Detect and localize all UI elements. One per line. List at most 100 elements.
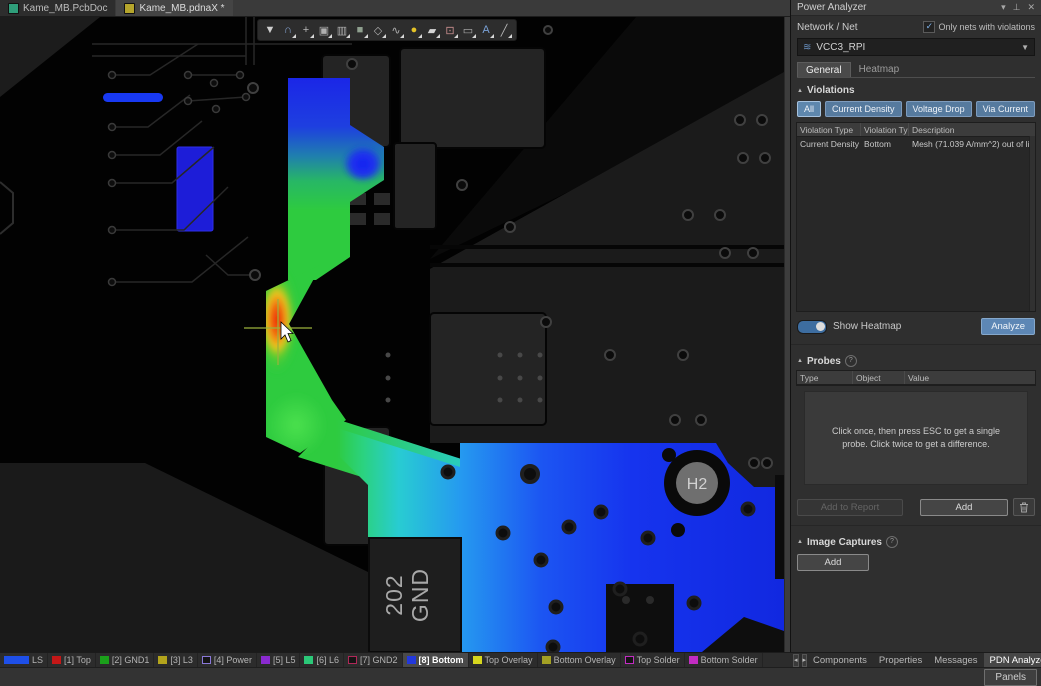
violation-filter-buttons: All Current Density Voltage Drop Via Cur… — [797, 101, 1035, 117]
fill-region-icon[interactable]: ■ — [351, 22, 369, 39]
mounting-hole: H2 — [676, 462, 718, 504]
chevron-down-icon: ▼ — [1021, 43, 1029, 52]
panel-menu-icon[interactable]: ▾ — [1001, 2, 1006, 13]
selection-rect-icon[interactable]: ▣ — [315, 22, 333, 39]
panel-title-bar: Power Analyzer ▾ ⊥ ✕ — [791, 0, 1041, 16]
layer-color-swatch — [625, 656, 634, 664]
collapse-triangle-icon: ▲ — [797, 358, 803, 364]
probes-button-row: Add to Report Add — [797, 498, 1035, 516]
show-heatmap-toggle[interactable] — [797, 320, 827, 334]
canvas-toolbar: ▼ ∩ + ▣ — [257, 19, 517, 41]
layer-tab[interactable]: [4] Power — [198, 653, 257, 667]
violation-filter-button[interactable]: Via Current — [976, 101, 1035, 117]
close-icon[interactable]: ✕ — [1027, 2, 1035, 13]
panel-tab[interactable]: General — [797, 62, 851, 77]
workspace-panel-tab[interactable]: Properties — [873, 653, 928, 668]
layer-tab-bar: LS [1] Top [2] GND1 [3] L3 — [0, 653, 790, 667]
polygon-draw-icon[interactable]: ◇ — [369, 22, 387, 39]
layer-tab[interactable]: [5] L5 — [257, 653, 301, 667]
scroll-left-icon[interactable]: ◂ — [793, 654, 799, 667]
panels-button[interactable]: Panels — [984, 669, 1037, 686]
violation-filter-button[interactable]: Current Density — [825, 101, 902, 117]
trash-icon — [1019, 502, 1029, 513]
canvas-scrollbar[interactable] — [784, 17, 790, 652]
violations-table-header: Violation Type Violation Type Descriptio… — [797, 123, 1035, 137]
document-tab-label: Kame_MB.pdnaX * — [139, 3, 224, 14]
layer-color-swatch — [407, 656, 416, 664]
workspace-panel-tab[interactable]: Messages — [928, 653, 983, 668]
snap-magnet-icon[interactable]: ∩ — [279, 22, 297, 39]
text-string-icon[interactable]: A — [477, 22, 495, 39]
layer-tab[interactable]: [7] GND2 — [344, 653, 403, 667]
workspace-panel-tab[interactable]: PDN Analyzer — [984, 653, 1041, 668]
show-heatmap-label: Show Heatmap — [833, 321, 901, 332]
layer-color-swatch — [689, 656, 698, 664]
region-shape-icon[interactable]: ▰ — [423, 22, 441, 39]
wave-measure-icon[interactable]: ∿ — [387, 22, 405, 39]
layer-tab[interactable]: Top Solder — [621, 653, 685, 667]
panel-title: Power Analyzer — [797, 2, 994, 13]
layer-color-swatch — [158, 656, 167, 664]
probes-table-header: Type Object Value — [797, 371, 1035, 385]
layer-tab[interactable]: [3] L3 — [154, 653, 198, 667]
image-captures-section-header[interactable]: ▲ Image Captures ? — [791, 529, 1041, 551]
layer-color-swatch — [261, 656, 270, 664]
violation-row[interactable]: Current Density Bottom Mesh (71.039 A/mm… — [797, 137, 1035, 150]
heatmap-control-row: Show Heatmap Analyze — [797, 318, 1035, 335]
column-view-icon[interactable]: ▥ — [333, 22, 351, 39]
violations-section-header[interactable]: ▲ Violations — [791, 78, 1041, 99]
section-divider — [791, 344, 1041, 345]
layer-tab[interactable]: [8] Bottom — [403, 653, 469, 667]
violation-filter-button[interactable]: Voltage Drop — [906, 101, 972, 117]
layer-color-swatch — [202, 656, 211, 664]
delete-probe-button[interactable] — [1013, 498, 1035, 516]
add-to-report-button[interactable]: Add to Report — [797, 499, 903, 516]
layer-tab[interactable]: LS — [0, 653, 48, 667]
analyze-button[interactable]: Analyze — [981, 318, 1035, 335]
net-select[interactable]: ≋ VCC3_RPI ▼ — [797, 38, 1035, 56]
layer-tab[interactable]: Bottom Solder — [685, 653, 763, 667]
silkscreen-label: 202 GND — [381, 568, 433, 622]
document-icon — [124, 3, 135, 14]
line-draw-icon[interactable]: ╱ — [495, 22, 513, 39]
layer-tab[interactable]: [1] Top — [48, 653, 96, 667]
power-analyzer-panel: Power Analyzer ▾ ⊥ ✕ Network / Net ✓ Onl… — [790, 0, 1041, 652]
pin-icon[interactable]: ⊥ — [1013, 2, 1021, 13]
help-icon[interactable]: ? — [886, 536, 898, 548]
filter-icon[interactable]: ▼ — [261, 22, 279, 39]
help-icon[interactable]: ? — [845, 355, 857, 367]
only-violations-checkbox[interactable]: ✓ — [923, 21, 935, 33]
move-crosshair-icon[interactable]: + — [297, 22, 315, 39]
collapse-triangle-icon: ▲ — [797, 539, 803, 545]
probes-table[interactable]: Type Object Value — [796, 370, 1036, 386]
layer-color-swatch — [473, 656, 482, 664]
panel-tab[interactable]: Heatmap — [851, 62, 908, 77]
add-probe-button[interactable]: Add — [920, 499, 1008, 516]
violation-filter-button[interactable]: All — [797, 101, 821, 117]
add-capture-button[interactable]: Add — [797, 554, 869, 571]
panel-tab-strip: General Heatmap — [797, 62, 1035, 78]
workspace-panel-tab[interactable]: Components — [807, 653, 873, 668]
net-icon: ≋ — [803, 42, 811, 53]
layer-tab[interactable]: [2] GND1 — [96, 653, 155, 667]
export-view-icon[interactable]: ⊡ — [441, 22, 459, 39]
highlight-pin-icon[interactable]: ● — [405, 22, 423, 39]
probes-section-header[interactable]: ▲ Probes ? — [791, 348, 1041, 370]
document-tab[interactable]: Kame_MB.PcbDoc — [0, 0, 115, 16]
pcb-canvas[interactable]: H2 202 G — [0, 17, 784, 652]
layer-color-swatch — [348, 656, 357, 664]
ruler-icon[interactable]: ▭ — [459, 22, 477, 39]
document-tab[interactable]: Kame_MB.pdnaX * — [116, 0, 232, 16]
layer-color-swatch — [100, 656, 109, 664]
pcb-canvas-area[interactable]: H2 202 G — [0, 17, 790, 652]
svg-text:GND: GND — [407, 568, 433, 622]
app-window: Kame_MB.PcbDoc Kame_MB.pdnaX * — [0, 0, 1041, 686]
probe-hint-box: Click once, then press ESC to get a sing… — [804, 391, 1028, 485]
layer-tab[interactable]: Top Overlay — [469, 653, 538, 667]
violations-table[interactable]: Violation Type Violation Type Descriptio… — [796, 122, 1036, 312]
status-bar: Panels — [0, 667, 1041, 686]
section-divider — [791, 525, 1041, 526]
table-scrollbar[interactable] — [1029, 136, 1035, 311]
layer-tab[interactable]: Bottom Overlay — [538, 653, 621, 667]
layer-tab[interactable]: [6] L6 — [300, 653, 344, 667]
